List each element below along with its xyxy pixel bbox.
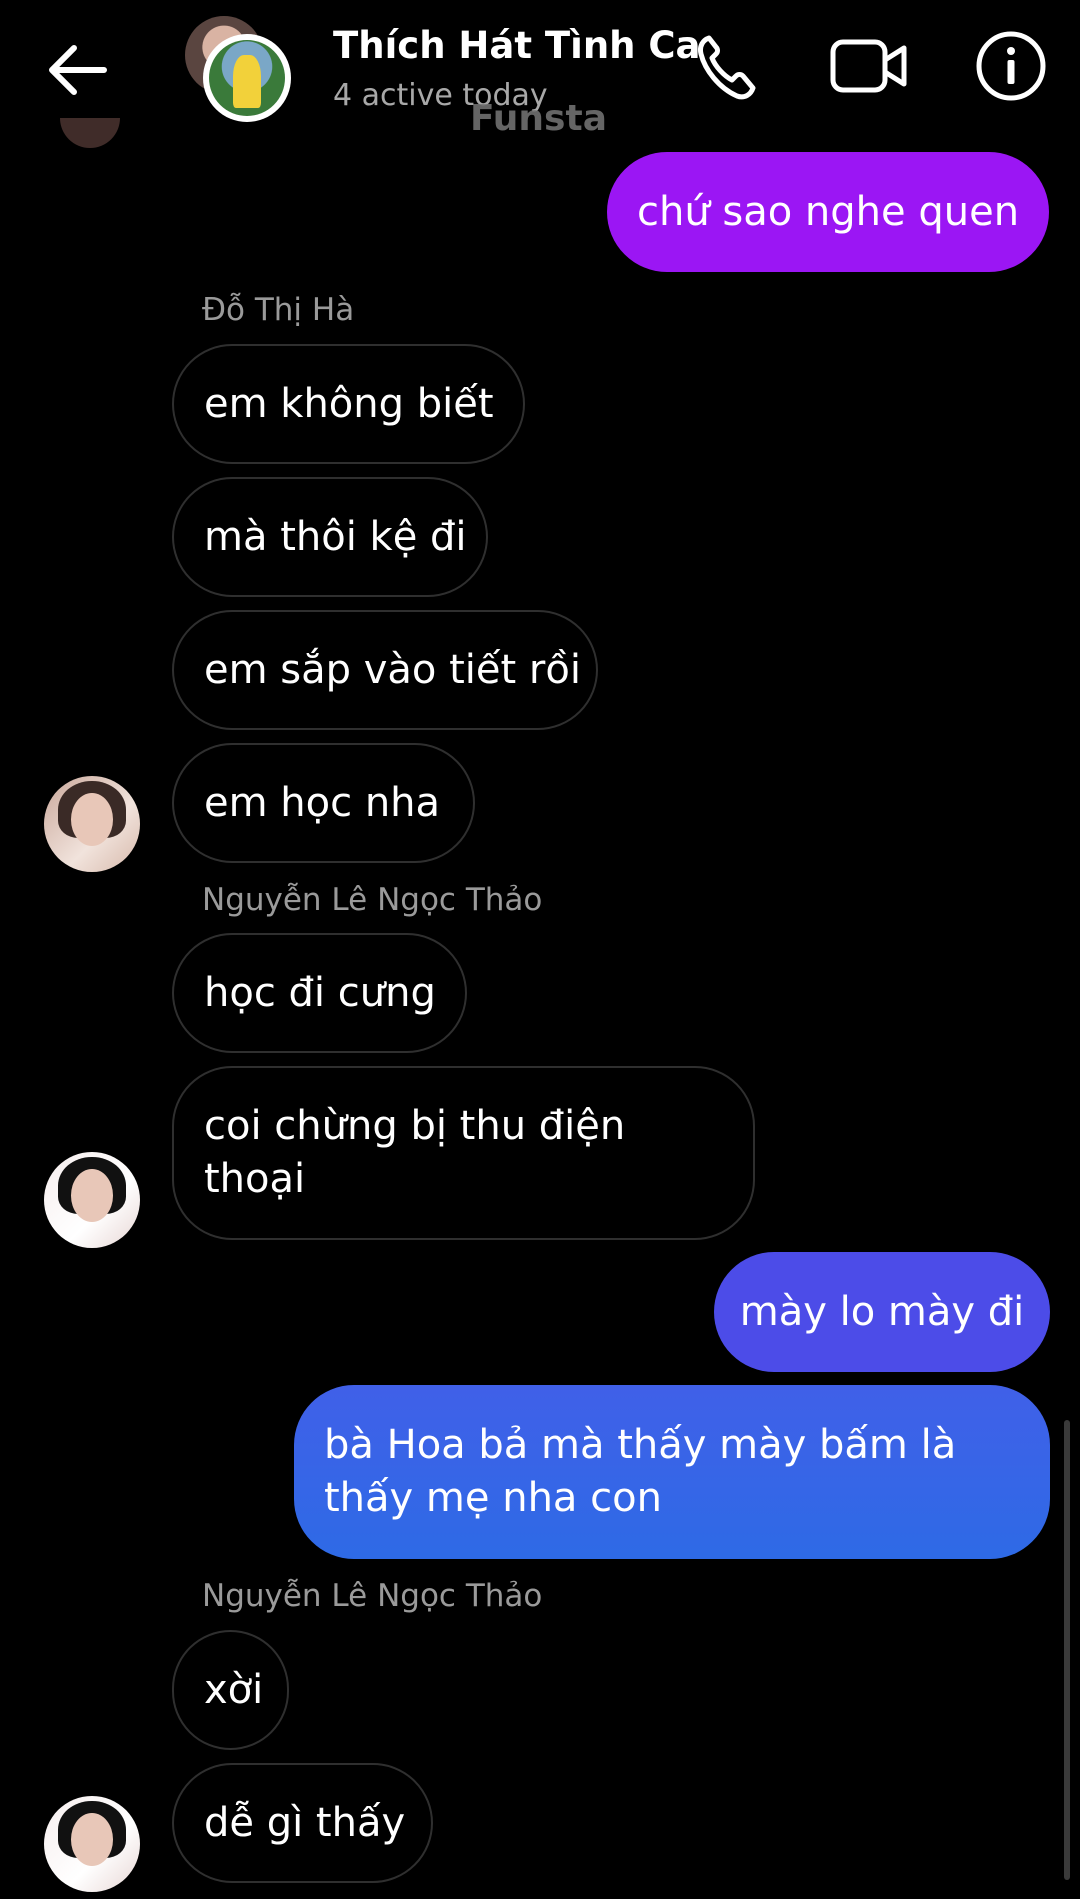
sender-avatar[interactable] bbox=[44, 776, 140, 872]
watermark: Funsta bbox=[470, 98, 607, 139]
message-incoming[interactable]: em học nha bbox=[172, 743, 475, 863]
message-text: coi chừng bị thu điện thoại bbox=[204, 1103, 626, 1202]
message-incoming[interactable]: em không biết bbox=[172, 344, 525, 464]
message-text: chứ sao nghe quen bbox=[636, 188, 1020, 235]
scrollbar[interactable] bbox=[1064, 1420, 1070, 1880]
message-text: bà Hoa bả mà thấy mày bấm là thấy mẹ nha… bbox=[324, 1422, 957, 1521]
message-text: học đi cưng bbox=[204, 969, 436, 1016]
sender-name: Nguyễn Lê Ngọc Thảo bbox=[202, 1578, 543, 1614]
message-incoming[interactable]: dễ gì thấy bbox=[172, 1763, 433, 1883]
message-incoming[interactable]: coi chừng bị thu điện thoại bbox=[172, 1066, 755, 1240]
message-outgoing[interactable]: mày lo mày đi bbox=[714, 1252, 1050, 1372]
message-incoming[interactable]: xời bbox=[172, 1630, 289, 1750]
message-outgoing[interactable]: bà Hoa bả mà thấy mày bấm là thấy mẹ nha… bbox=[294, 1385, 1050, 1559]
video-camera-icon[interactable] bbox=[830, 36, 908, 96]
message-text: em sắp vào tiết rồi bbox=[204, 646, 581, 693]
message-incoming[interactable]: mà thôi kệ đi bbox=[172, 477, 488, 597]
back-arrow-icon[interactable] bbox=[44, 40, 110, 100]
group-avatar[interactable] bbox=[185, 16, 295, 126]
phone-icon[interactable] bbox=[695, 32, 759, 100]
sender-avatar[interactable] bbox=[44, 1152, 140, 1248]
message-incoming[interactable]: em sắp vào tiết rồi bbox=[172, 610, 598, 730]
message-text: em học nha bbox=[204, 779, 441, 826]
group-avatar-front bbox=[203, 34, 291, 122]
sender-name: Nguyễn Lê Ngọc Thảo bbox=[202, 882, 543, 918]
chat-header: Thích Hát Tình Ca 4 active today Funsta bbox=[0, 0, 1080, 145]
message-text: mày lo mày đi bbox=[739, 1288, 1025, 1335]
group-title[interactable]: Thích Hát Tình Ca bbox=[333, 24, 701, 67]
message-outgoing[interactable]: chứ sao nghe quen bbox=[607, 152, 1049, 272]
sender-name: Đỗ Thị Hà bbox=[202, 292, 355, 328]
sender-avatar[interactable] bbox=[44, 1796, 140, 1892]
message-text: dễ gì thấy bbox=[204, 1799, 406, 1846]
message-incoming[interactable]: học đi cưng bbox=[172, 933, 467, 1053]
message-text: xời bbox=[204, 1666, 264, 1713]
message-text: em không biết bbox=[204, 380, 494, 427]
info-icon[interactable] bbox=[975, 30, 1047, 102]
message-text: mà thôi kệ đi bbox=[204, 513, 467, 560]
